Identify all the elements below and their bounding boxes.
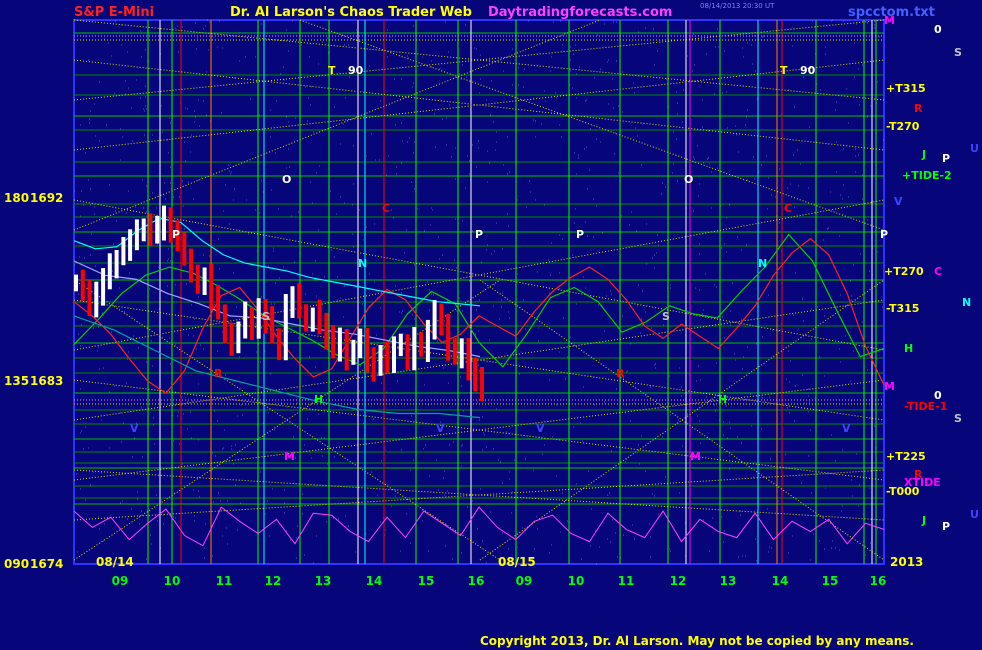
right-label: J (921, 514, 926, 527)
event-label: V (842, 422, 851, 435)
event-label: C (784, 202, 792, 215)
right-label: J (921, 148, 926, 161)
symbol-title: S&P E-Mini (74, 5, 155, 20)
event-label: N (758, 257, 767, 270)
x-tick: 12 (265, 574, 282, 588)
right-label: U (970, 142, 979, 155)
y-tick-price: 1674 (30, 557, 63, 571)
right-label: V (894, 195, 903, 208)
chart-title: Dr. Al Larson's Chaos Trader Web (230, 5, 472, 20)
event-label: P (880, 228, 888, 241)
x-tick: 10 (568, 574, 585, 588)
right-label: -T270 (886, 120, 920, 133)
lattice-line (73, 19, 601, 231)
event-label: T (780, 64, 788, 77)
lattice-line (73, 59, 885, 151)
event-label: 90 (800, 64, 816, 77)
y-tick-angle: 135 (4, 374, 29, 388)
file-name: spcctom.txt (848, 5, 935, 20)
right-label: -TIDE-1 (904, 400, 947, 413)
x-tick: 11 (216, 574, 233, 588)
right-label: 0 (934, 23, 942, 36)
y-tick-price: 1692 (30, 191, 63, 205)
event-label: N (358, 257, 367, 270)
event-label: O (282, 173, 291, 186)
right-label: +T225 (886, 450, 926, 463)
right-label: S (954, 46, 962, 59)
x-tick: 14 (366, 574, 383, 588)
series-line (73, 233, 885, 368)
event-label: S (662, 310, 670, 323)
right-label: +TIDE-2 (902, 169, 952, 182)
event-label: R (214, 367, 223, 380)
x-tick: 11 (618, 574, 635, 588)
event-label: 90 (348, 64, 364, 77)
chart-svg: T 90 T 90O OP P P PC CN NS SR RH HM MV V V VM0S+T315R-T2… (4, 14, 979, 588)
right-label: N (962, 296, 971, 309)
date-label: 08/15 (498, 555, 536, 569)
x-tick: 10 (164, 574, 181, 588)
lattice-line (73, 19, 885, 101)
event-label: R (616, 367, 625, 380)
event-label: S (262, 310, 270, 323)
right-label: P (942, 520, 950, 533)
x-tick: 15 (418, 574, 435, 588)
y-tick-angle: 090 (4, 557, 29, 571)
event-label: M (690, 450, 701, 463)
x-tick: 13 (315, 574, 332, 588)
event-label: H (314, 393, 323, 406)
event-label: C (382, 202, 390, 215)
event-label: H (718, 393, 727, 406)
lattice-line (73, 59, 885, 151)
right-label: +T270 (884, 265, 924, 278)
right-label: M (884, 380, 895, 393)
lattice-line (73, 19, 885, 101)
right-label: +T315 (886, 82, 926, 95)
right-label: R (914, 102, 923, 115)
site-link[interactable]: Daytradingforecasts.com (488, 5, 672, 20)
right-label: U (970, 508, 979, 521)
y-tick-price: 1683 (30, 374, 63, 388)
right-label: -T000 (886, 485, 920, 498)
copyright: Copyright 2013, Dr. Al Larson. May not b… (480, 634, 914, 648)
series-line (73, 506, 885, 547)
x-tick: 14 (772, 574, 789, 588)
lattice-line (299, 19, 885, 231)
event-label: M (284, 450, 295, 463)
right-label: H (904, 342, 913, 355)
event-label: T (328, 64, 336, 77)
x-tick: 16 (468, 574, 485, 588)
right-label: C (934, 265, 942, 278)
event-label: P (576, 228, 584, 241)
right-label: S (954, 412, 962, 425)
x-tick: 13 (720, 574, 737, 588)
x-tick: 09 (112, 574, 129, 588)
lattice-line (73, 469, 885, 521)
event-label: V (130, 422, 139, 435)
right-label: P (942, 152, 950, 165)
y-tick-angle: 180 (4, 191, 29, 205)
year-label: 2013 (890, 555, 923, 569)
x-tick: 12 (670, 574, 687, 588)
event-label: V (536, 422, 545, 435)
event-label: P (475, 228, 483, 241)
event-label: O (684, 173, 693, 186)
noise-dots (74, 19, 884, 565)
date-label: 08/14 (96, 555, 134, 569)
x-tick: 15 (822, 574, 839, 588)
timestamp: 08/14/2013 20:30 UT (700, 2, 775, 10)
event-label: P (172, 228, 180, 241)
x-tick: 09 (516, 574, 533, 588)
right-label: -T315 (886, 302, 919, 315)
plot-frame (73, 19, 885, 565)
event-label: V (436, 422, 445, 435)
x-tick: 16 (870, 574, 887, 588)
